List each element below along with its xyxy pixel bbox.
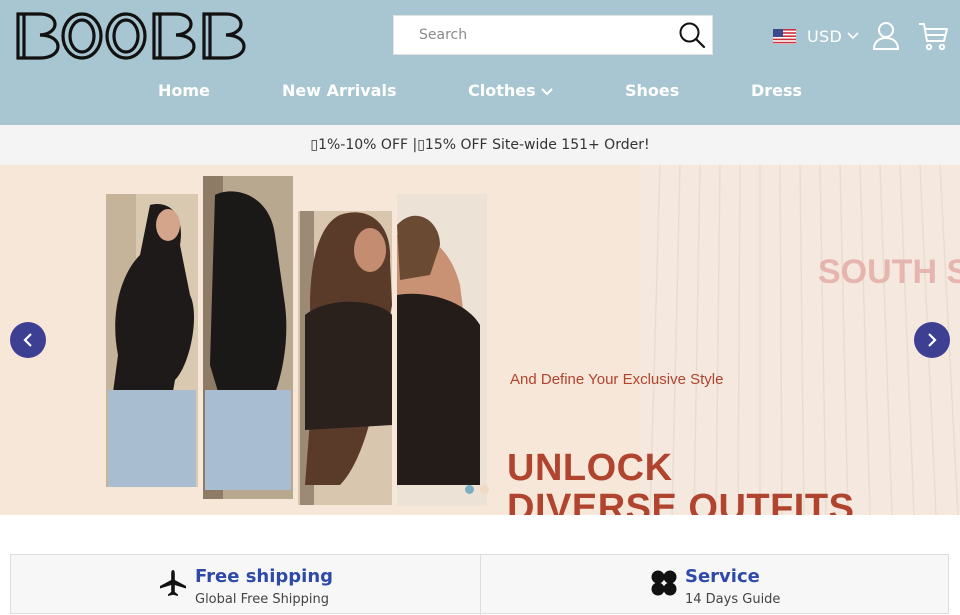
search-input[interactable] xyxy=(394,16,664,54)
search-icon[interactable] xyxy=(678,21,706,49)
nav-item-label: New Arrivals xyxy=(282,81,397,100)
nav-item-new-arrivals[interactable]: New Arrivals xyxy=(282,78,396,106)
feature-title: Service xyxy=(685,566,760,587)
announcement-text: ▯1%-10% OFF |▯15% OFF Site-wide 151+ Ord… xyxy=(310,137,650,153)
user-icon[interactable] xyxy=(871,21,901,51)
carousel-dot-1[interactable] xyxy=(465,485,474,494)
nav-item-home[interactable]: Home xyxy=(158,78,210,106)
nav-item-clothes[interactable]: Clothes xyxy=(468,78,553,106)
hero-banner[interactable]: SOUTH ST UNLOCK DIVERSE OUTFITS xyxy=(0,165,960,515)
chevron-down-icon xyxy=(847,32,859,40)
currency-selector[interactable]: USD xyxy=(773,25,859,47)
feature-service: Service 14 Days Guide xyxy=(480,555,950,615)
features-strip: Free shipping Global Free Shipping Servi… xyxy=(10,554,950,615)
carousel-next-button[interactable] xyxy=(914,322,950,358)
nav-item-label: Shoes xyxy=(625,81,680,100)
main-nav: Home New Arrivals Clothes Shoes Dress xyxy=(0,78,960,106)
carousel-prev-button[interactable] xyxy=(10,322,46,358)
headline-line-2: DIVERSE OUTFITS xyxy=(507,487,855,515)
chevron-left-icon xyxy=(23,333,32,347)
carousel-dots xyxy=(465,485,489,494)
search-box xyxy=(393,15,713,55)
currency-code: USD xyxy=(807,26,843,46)
announcement-bar: ▯1%-10% OFF |▯15% OFF Site-wide 151+ Ord… xyxy=(0,125,960,165)
chevron-right-icon xyxy=(928,333,937,347)
feature-title: Free shipping xyxy=(195,566,334,587)
site-header: USD Home New Arrivals Clothes Shoes Dres… xyxy=(0,0,960,125)
clover-icon xyxy=(651,570,677,596)
nav-item-shoes[interactable]: Shoes xyxy=(625,78,679,106)
headline-line-1: UNLOCK xyxy=(507,447,673,489)
banner-headline: UNLOCK DIVERSE OUTFITS xyxy=(507,448,854,515)
us-flag-icon xyxy=(773,28,796,44)
brand-logo[interactable] xyxy=(14,10,246,62)
airplane-icon xyxy=(160,570,186,596)
nav-item-dress[interactable]: Dress xyxy=(751,78,802,106)
carousel-dot-2[interactable] xyxy=(480,485,489,494)
shirt-print-text: SOUTH ST xyxy=(818,253,960,291)
banner-subheadline: And Define Your Exclusive Style xyxy=(510,371,724,388)
nav-item-label: Clothes xyxy=(468,81,536,100)
nav-item-label: Dress xyxy=(751,81,803,100)
cart-icon[interactable] xyxy=(917,21,949,51)
nav-item-label: Home xyxy=(158,81,210,100)
feature-free-shipping: Free shipping Global Free Shipping xyxy=(11,555,480,615)
chevron-down-icon xyxy=(540,87,553,95)
